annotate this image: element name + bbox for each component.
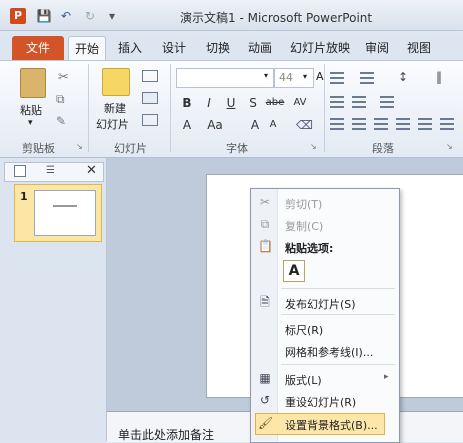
background-icon: 🖌 <box>258 416 274 430</box>
group-paragraph-label: 段落 <box>372 142 394 155</box>
tab-design[interactable]: 设计 <box>156 36 192 60</box>
tab-transitions[interactable]: 切换 <box>200 36 236 60</box>
distributed-icon[interactable] <box>418 118 432 130</box>
section-icon[interactable] <box>142 114 158 126</box>
menu-label-grid-guides[interactable]: 网格和参考线(I)... <box>285 344 373 360</box>
change-case-button[interactable]: Aa <box>204 118 226 132</box>
thumbnail-title-placeholder <box>53 205 77 207</box>
paragraph-launcher-icon[interactable]: ↘ <box>446 142 453 151</box>
outline-tab-icon[interactable]: ☰ <box>46 165 55 176</box>
menu-label-copy[interactable]: 复制(C) <box>285 218 323 234</box>
menu-separator <box>281 364 395 365</box>
menu-item-ruler[interactable] <box>251 318 397 338</box>
group-font-label: 字体 <box>226 142 248 155</box>
columns-icon[interactable]: ‖ <box>436 70 442 84</box>
underline-button[interactable]: U <box>224 96 238 110</box>
reset-icon[interactable] <box>142 92 158 104</box>
tab-slideshow[interactable]: 幻灯片放映 <box>286 36 354 60</box>
font-name-combo[interactable] <box>176 68 274 88</box>
tab-insert[interactable]: 插入 <box>112 36 148 60</box>
align-left-icon[interactable] <box>330 118 344 130</box>
numbering-icon[interactable] <box>360 72 374 84</box>
tab-animations[interactable]: 动画 <box>242 36 278 60</box>
menu-label-reset-slide[interactable]: 重设幻灯片(R) <box>285 394 356 410</box>
italic-button[interactable]: I <box>202 96 216 110</box>
font-name-dropdown-icon[interactable]: ▾ <box>264 71 268 80</box>
column-align-icon[interactable] <box>440 118 454 130</box>
undo-icon[interactable]: ↶ <box>58 8 74 24</box>
new-slide-icon[interactable] <box>102 68 130 96</box>
group-separator <box>170 64 171 152</box>
menu-label-layout[interactable]: 版式(L) <box>285 372 322 388</box>
align-right-icon[interactable] <box>374 118 388 130</box>
scissors-icon: ✂ <box>259 195 271 209</box>
character-spacing-button[interactable]: AV <box>290 96 310 110</box>
layout-icon: ▦ <box>259 371 271 385</box>
line-spacing-icon[interactable]: ↕ <box>398 70 408 84</box>
new-slide-label-2[interactable]: 幻灯片 <box>96 116 129 132</box>
group-separator <box>324 64 325 152</box>
tab-home[interactable]: 开始 <box>68 36 106 61</box>
menu-item-copy[interactable] <box>251 214 397 234</box>
decrease-indent-icon[interactable] <box>330 96 344 108</box>
menu-label-format-background[interactable]: 设置背景格式(B)... <box>285 417 378 433</box>
slide-thumbnail[interactable] <box>34 190 96 236</box>
customize-quick-access-icon[interactable]: ▾ <box>104 8 120 24</box>
copy-icon: ⧉ <box>260 217 270 231</box>
shadow-button[interactable]: S <box>246 96 260 110</box>
align-center-icon[interactable] <box>352 118 366 130</box>
text-direction-icon[interactable] <box>380 96 394 108</box>
close-panel-icon[interactable]: ✕ <box>86 163 97 178</box>
grow-font-icon[interactable]: A <box>316 70 324 83</box>
menu-item-layout[interactable] <box>251 368 397 388</box>
font-launcher-icon[interactable]: ↘ <box>310 142 317 151</box>
font-color-button[interactable]: A <box>180 118 194 132</box>
clipboard-icon: 📋 <box>258 239 273 253</box>
clipboard-launcher-icon[interactable]: ↘ <box>76 142 83 151</box>
layout-icon[interactable] <box>142 70 158 82</box>
tab-view[interactable]: 视图 <box>404 36 434 60</box>
publish-icon: 🗎 <box>260 295 270 309</box>
submenu-arrow-icon: ▸ <box>384 372 389 382</box>
paste-label[interactable]: 粘贴 <box>20 102 42 118</box>
group-clipboard-label: 剪贴板 <box>22 142 55 155</box>
font-size-value: 44 <box>279 71 293 84</box>
copy-icon[interactable]: ⧉ <box>56 92 65 107</box>
paste-icon[interactable] <box>20 68 46 98</box>
slides-tab-icon[interactable] <box>14 165 26 177</box>
reset-icon: ↺ <box>259 393 271 407</box>
tab-review[interactable]: 审阅 <box>362 36 392 60</box>
font-size-combo[interactable]: 44 ▾ <box>274 68 314 88</box>
paste-dropdown-icon[interactable]: ▾ <box>28 118 33 128</box>
increase-indent-icon[interactable] <box>352 96 366 108</box>
menu-separator <box>281 288 395 289</box>
bold-button[interactable]: B <box>180 96 194 110</box>
menu-label-publish-slides[interactable]: 发布幻灯片(S) <box>285 296 356 312</box>
justify-icon[interactable] <box>396 118 410 130</box>
slide-number: 1 <box>20 190 28 203</box>
font-size-dropdown-icon: ▾ <box>303 72 308 81</box>
redo-icon[interactable]: ↻ <box>82 8 98 24</box>
menu-label-ruler[interactable]: 标尺(R) <box>285 322 323 338</box>
group-separator <box>88 64 89 152</box>
clear-formatting-icon[interactable]: ⌫ <box>296 118 313 132</box>
menu-item-cut[interactable] <box>251 192 397 212</box>
save-icon[interactable]: 💾 <box>36 8 52 24</box>
powerpoint-app-icon[interactable]: P <box>10 8 26 24</box>
notes-placeholder[interactable]: 单击此处添加备注 <box>118 426 214 443</box>
cut-icon[interactable]: ✂ <box>58 70 69 85</box>
tab-file[interactable]: 文件 <box>12 36 64 60</box>
decrease-font-button[interactable]: A <box>266 118 280 132</box>
bullets-icon[interactable] <box>330 72 344 84</box>
menu-label-cut[interactable]: 剪切(T) <box>285 196 322 212</box>
menu-label-paste-options: 粘贴选项: <box>285 242 334 255</box>
new-slide-label-1[interactable]: 新建 <box>104 100 126 116</box>
window-title: 演示文稿1 - Microsoft PowerPoint <box>180 11 373 25</box>
menu-separator <box>281 314 395 315</box>
increase-font-button[interactable]: A <box>248 118 262 132</box>
format-painter-icon[interactable]: ✎ <box>56 114 66 128</box>
strikethrough-button[interactable]: abe <box>264 96 286 110</box>
paste-keep-text-only-button[interactable]: A <box>283 260 305 282</box>
group-slides-label: 幻灯片 <box>114 142 147 155</box>
